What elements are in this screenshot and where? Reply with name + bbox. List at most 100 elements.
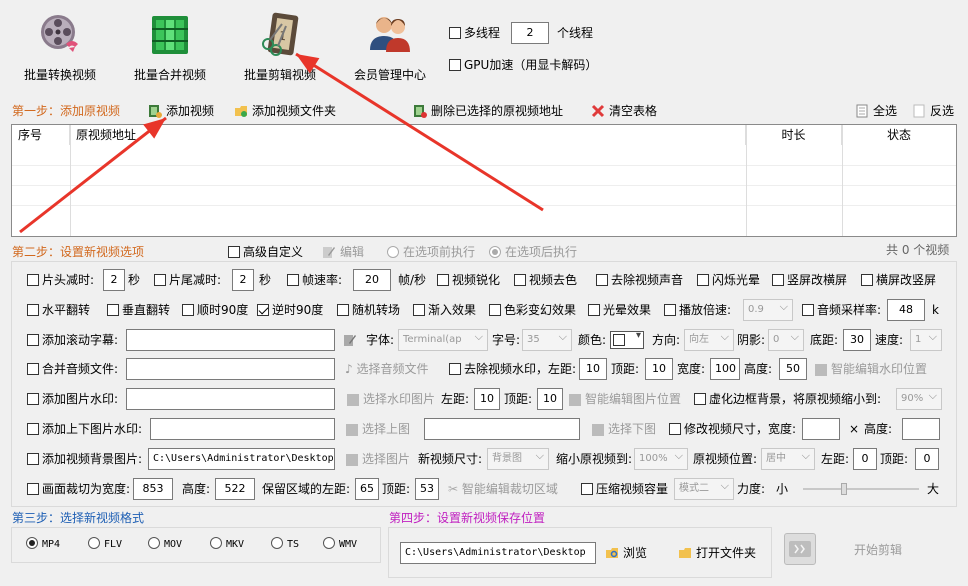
scroll-subtitle-input[interactable] [126, 329, 335, 351]
resize-width-input[interactable] [802, 418, 840, 440]
add-video-button[interactable]: 添加视频 [148, 102, 214, 119]
keep-top-input[interactable]: 53 [415, 478, 439, 500]
image-top-input[interactable]: 10 [537, 388, 563, 410]
toolbar-convert-button[interactable]: 批量转换视频 [18, 0, 102, 92]
subtitle-edit-icon[interactable] [343, 333, 357, 347]
choose-bottom-image-button[interactable]: 选择下图 [592, 418, 656, 440]
head-cut-input[interactable]: 2 [103, 269, 125, 291]
format-radio-wmv[interactable]: WMV [323, 537, 357, 550]
column-header-path[interactable]: 原视频地址 [70, 125, 746, 145]
format-radio-ts[interactable]: TS [271, 537, 299, 550]
scroll-subtitle-checkbox[interactable]: 添加滚动字幕: [27, 329, 118, 351]
remove-watermark-checkbox[interactable]: 去除视频水印，左距: [449, 358, 576, 380]
new-size-select[interactable]: 背景图 [487, 448, 549, 470]
background-image-checkbox[interactable]: 添加视频背景图片: [27, 448, 142, 470]
choose-watermark-button[interactable]: 选择水印图片 [347, 388, 435, 410]
keep-left-input[interactable]: 65 [355, 478, 379, 500]
toolbar-members-button[interactable]: 会员管理中心 [348, 0, 432, 92]
decolor-checkbox[interactable]: 视频去色 [514, 269, 577, 291]
background-image-path[interactable]: C:\Users\Administrator\Desktop\e [148, 448, 335, 470]
invert-selection-button[interactable]: 反选 [912, 102, 954, 119]
top-image-input[interactable] [150, 418, 335, 440]
top-bottom-watermark-checkbox[interactable]: 添加上下图片水印: [27, 418, 142, 440]
sample-rate-checkbox[interactable]: 音频采样率: [802, 299, 881, 321]
tail-cut-input[interactable]: 2 [232, 269, 254, 291]
image-watermark-input[interactable] [126, 388, 335, 410]
original-position-select[interactable]: 居中 [761, 448, 815, 470]
fps-checkbox[interactable]: 帧速率: [287, 269, 342, 291]
delete-selected-button[interactable]: 删除已选择的原视频地址 [413, 102, 563, 119]
bg-left-input[interactable]: 0 [853, 448, 877, 470]
smart-crop-button[interactable]: ✂ 智能编辑裁切区域 [448, 478, 558, 500]
toolbar-clip-button[interactable]: 1 批量剪辑视频 [238, 0, 322, 92]
toolbar-merge-button[interactable]: 批量合并视频 [128, 0, 212, 92]
column-header-index[interactable]: 序号 [12, 125, 70, 145]
scroll-speed-select[interactable]: 1 [910, 329, 942, 351]
rotate-cw-checkbox[interactable]: 顺时90度 [182, 299, 248, 321]
edit-button[interactable]: 编辑 [322, 243, 364, 260]
font-select[interactable]: Terminal(ap [398, 329, 488, 351]
gpu-checkbox[interactable]: GPU加速（用显卡解码） [449, 54, 597, 76]
shrink-select[interactable]: 100% [634, 448, 688, 470]
smart-watermark-button[interactable]: 智能编辑水印位置 [815, 358, 927, 380]
watermark-top-input[interactable]: 10 [645, 358, 673, 380]
color-picker[interactable]: ▾ [610, 330, 644, 349]
resize-height-input[interactable] [902, 418, 940, 440]
compress-mode-select[interactable]: 模式二 [674, 478, 734, 500]
strength-slider-track[interactable] [803, 483, 919, 495]
remove-audio-checkbox[interactable]: 去除视频声音 [596, 269, 683, 291]
choose-bg-image-button[interactable]: 选择图片 [346, 448, 410, 470]
sharpen-checkbox[interactable]: 视频锐化 [437, 269, 500, 291]
advanced-custom-checkbox[interactable]: 高级自定义 [228, 243, 303, 260]
vflip-checkbox[interactable]: 垂直翻转 [107, 299, 170, 321]
choose-top-image-button[interactable]: 选择上图 [346, 418, 410, 440]
format-radio-mkv[interactable]: MKV [210, 537, 244, 550]
bottom-distance-input[interactable]: 30 [843, 329, 871, 351]
bottom-image-input[interactable] [424, 418, 580, 440]
shadow-select[interactable]: 0 [768, 329, 804, 351]
strength-slider-thumb[interactable] [841, 483, 847, 495]
color-effect-checkbox[interactable]: 色彩变幻效果 [489, 299, 576, 321]
thread-count-input[interactable]: 2 [511, 22, 549, 44]
select-all-button[interactable]: 全选 [855, 102, 897, 119]
merge-audio-checkbox[interactable]: 合并音频文件: [27, 358, 118, 380]
tail-cut-checkbox[interactable]: 片尾减时: [154, 269, 221, 291]
crop-width-input[interactable]: 853 [133, 478, 173, 500]
clear-table-button[interactable]: 清空表格 [591, 102, 657, 119]
crop-height-input[interactable]: 522 [215, 478, 255, 500]
watermark-left-input[interactable]: 10 [579, 358, 607, 380]
browse-button[interactable]: 浏览 [605, 542, 647, 564]
image-left-input[interactable]: 10 [474, 388, 500, 410]
start-icon-button[interactable] [784, 533, 816, 565]
multithread-checkbox[interactable]: 多线程 [449, 22, 500, 44]
blur-scale-select[interactable]: 90% [896, 388, 942, 410]
vertical-to-horizontal-checkbox[interactable]: 竖屏改横屏 [772, 269, 847, 291]
image-watermark-checkbox[interactable]: 添加图片水印: [27, 388, 118, 410]
play-speed-checkbox[interactable]: 播放倍速: [664, 299, 731, 321]
blur-background-checkbox[interactable]: 虚化边框背景，将原视频缩小到: [694, 388, 881, 410]
start-clip-button[interactable]: 开始剪辑 [854, 539, 902, 561]
head-cut-checkbox[interactable]: 片头减时: [27, 269, 94, 291]
random-transition-checkbox[interactable]: 随机转场 [337, 299, 400, 321]
resize-video-checkbox[interactable]: 修改视频尺寸，宽度: [669, 418, 796, 440]
format-radio-flv[interactable]: FLV [88, 537, 122, 550]
format-radio-mov[interactable]: MOV [148, 537, 182, 550]
fps-input[interactable]: 20 [353, 269, 391, 291]
play-speed-select[interactable]: 0.9 [743, 299, 793, 321]
open-folder-button[interactable]: 打开文件夹 [678, 542, 756, 564]
after-option-radio[interactable]: 在选项后执行 [489, 243, 577, 260]
save-path-input[interactable]: C:\Users\Administrator\Desktop [400, 542, 596, 564]
horizontal-to-vertical-checkbox[interactable]: 横屏改竖屏 [861, 269, 936, 291]
before-option-radio[interactable]: 在选项前执行 [387, 243, 475, 260]
bg-top-input[interactable]: 0 [915, 448, 939, 470]
choose-audio-button[interactable]: ♪ 选择音频文件 [345, 358, 429, 380]
hflip-checkbox[interactable]: 水平翻转 [27, 299, 90, 321]
watermark-height-input[interactable]: 50 [779, 358, 807, 380]
video-table[interactable]: 序号 原视频地址 时长 状态 [11, 124, 957, 237]
format-radio-mp4[interactable]: MP4 [26, 537, 60, 550]
merge-audio-input[interactable] [126, 358, 335, 380]
column-header-status[interactable]: 状态 [842, 125, 956, 145]
rotate-ccw-checkbox[interactable]: 逆时90度 [257, 299, 323, 321]
sample-rate-input[interactable]: 48 [887, 299, 925, 321]
watermark-width-input[interactable]: 100 [710, 358, 740, 380]
